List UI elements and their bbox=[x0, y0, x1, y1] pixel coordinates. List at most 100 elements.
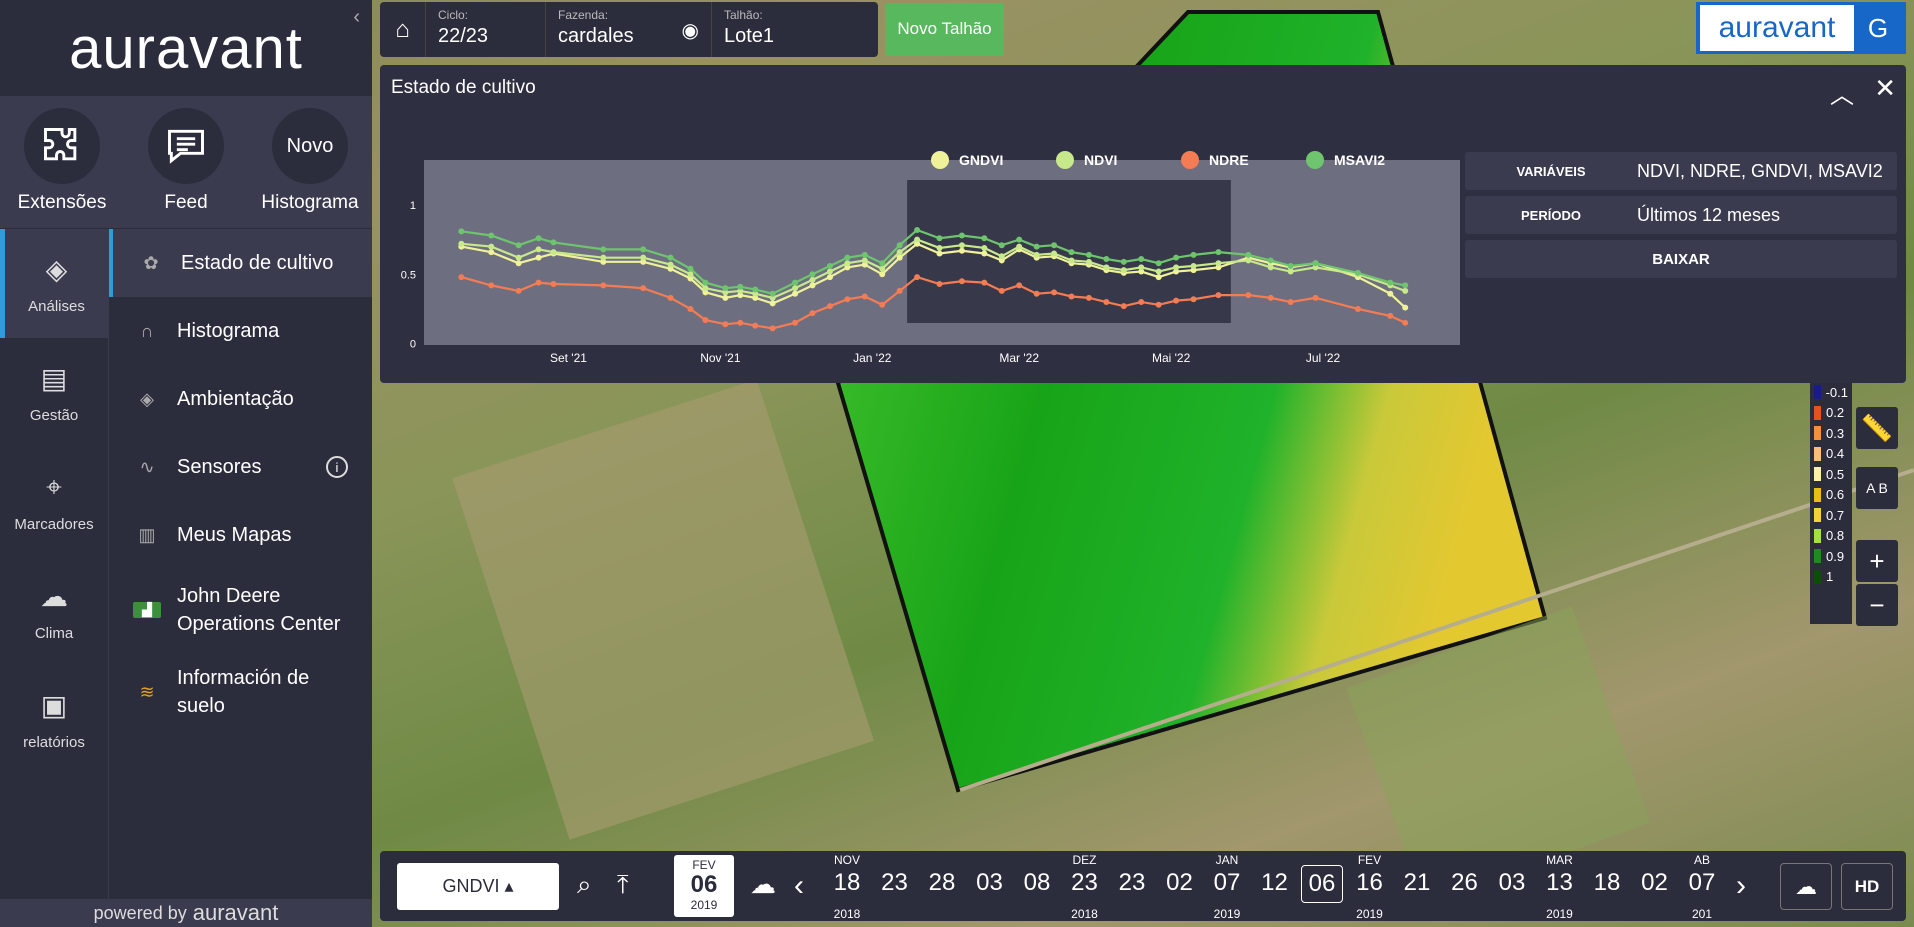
x-tick-label: Jul '22 bbox=[1306, 351, 1341, 365]
timeline-day[interactable]: 02 bbox=[1634, 869, 1676, 897]
data-point bbox=[1190, 251, 1197, 258]
zoom-out-button[interactable]: − bbox=[1856, 584, 1898, 626]
data-point bbox=[737, 319, 744, 326]
legend-label: 1 bbox=[1826, 569, 1834, 585]
rail-label: relatórios bbox=[23, 733, 85, 751]
data-point bbox=[1016, 236, 1023, 243]
data-point bbox=[515, 254, 522, 261]
y-tick-label: 1 bbox=[410, 200, 416, 212]
timeline-day[interactable]: 02 bbox=[1159, 869, 1201, 897]
rail-item-marcadores[interactable]: ⌖ Marcadores bbox=[0, 447, 108, 556]
data-point bbox=[769, 300, 776, 307]
ab-compare-button[interactable]: A B bbox=[1856, 467, 1898, 509]
timeline-day[interactable]: 23 bbox=[1111, 869, 1153, 897]
extensions-button[interactable]: Extensões bbox=[3, 108, 121, 214]
layer-select[interactable]: GNDVI ▴ bbox=[397, 863, 559, 910]
rail-label: Marcadores bbox=[14, 515, 94, 533]
timeline-day[interactable]: 06 bbox=[1301, 865, 1343, 903]
timeline-day[interactable]: 21 bbox=[1396, 869, 1438, 897]
close-icon[interactable]: ✕ bbox=[1874, 73, 1896, 104]
timeline-day[interactable]: 16 bbox=[1349, 869, 1391, 897]
data-point bbox=[702, 285, 709, 292]
download-button[interactable]: BAIXAR bbox=[1465, 240, 1897, 278]
legend-label-gndvi: GNDVI bbox=[959, 152, 1003, 168]
data-point bbox=[488, 243, 495, 250]
timeline-day[interactable]: 23 bbox=[1064, 869, 1106, 897]
user-avatar[interactable]: G bbox=[1854, 13, 1902, 44]
data-point bbox=[488, 249, 495, 256]
cloud-off-button[interactable]: ☁ bbox=[1780, 863, 1832, 910]
hd-button[interactable]: HD bbox=[1841, 863, 1893, 910]
data-point bbox=[1051, 250, 1058, 257]
upload-icon[interactable]: ⤒ bbox=[617, 869, 629, 901]
timeline-next-icon[interactable]: › bbox=[1736, 869, 1746, 903]
data-point bbox=[515, 260, 522, 267]
zoom-in-button[interactable]: + bbox=[1856, 540, 1898, 582]
timeline-day[interactable]: 12 bbox=[1254, 869, 1296, 897]
timeline-day[interactable]: 18 bbox=[826, 869, 868, 897]
new-histogram-button[interactable]: Novo Histograma bbox=[251, 108, 369, 214]
timeline-day[interactable]: 03 bbox=[969, 869, 1011, 897]
data-point bbox=[958, 242, 965, 249]
info-icon[interactable]: i bbox=[326, 456, 348, 478]
collapse-chevron-icon[interactable]: ‹ bbox=[353, 6, 360, 29]
data-point bbox=[1068, 249, 1075, 256]
rail-item-gestao[interactable]: ▤ Gestão bbox=[0, 338, 108, 447]
talhao-selector[interactable]: Talhão: Lote1 bbox=[712, 2, 872, 57]
ciclo-selector[interactable]: Ciclo: 22/23 bbox=[426, 2, 546, 57]
data-point bbox=[1267, 257, 1274, 264]
collapse-up-icon[interactable]: ︿ bbox=[1830, 75, 1854, 110]
period-value: Últimos 12 meses bbox=[1637, 204, 1781, 225]
timeline-day[interactable]: 03 bbox=[1491, 869, 1533, 897]
quick-actions: Extensões Feed Novo Histograma bbox=[0, 96, 372, 228]
novo-circle: Novo bbox=[272, 108, 348, 184]
legend-row: 0.7 bbox=[1814, 505, 1848, 526]
fazenda-selector[interactable]: Fazenda: cardales ◉ bbox=[546, 2, 712, 57]
submenu-item-histograma[interactable]: ∩ Histograma bbox=[109, 297, 372, 365]
legend-row: -0.1 bbox=[1814, 382, 1848, 403]
timeline-day[interactable]: 26 bbox=[1444, 869, 1486, 897]
date-day: 06 bbox=[690, 871, 718, 898]
home-icon[interactable]: ⌂ bbox=[380, 2, 426, 57]
data-point bbox=[1354, 305, 1361, 312]
rail-item-clima[interactable]: ☁ Clima bbox=[0, 556, 108, 665]
timeline-day[interactable]: 18 bbox=[1586, 869, 1628, 897]
cloud-check-icon[interactable]: ☁ bbox=[750, 869, 776, 900]
feed-button[interactable]: Feed bbox=[127, 108, 245, 214]
rail-item-relatorios[interactable]: ▣ relatórios bbox=[0, 665, 108, 774]
legend-label: 0.8 bbox=[1826, 528, 1845, 544]
submenu-item-ambientacao[interactable]: ◈ Ambientação bbox=[109, 365, 372, 433]
timeline-prev-icon[interactable]: ‹ bbox=[794, 869, 804, 903]
date-year: 2019 bbox=[690, 898, 718, 912]
submenu-item-sensores[interactable]: ∿ Sensores i bbox=[109, 433, 372, 501]
rail-item-analises[interactable]: ◈ Análises bbox=[0, 229, 108, 338]
data-point bbox=[667, 261, 674, 268]
data-point bbox=[1354, 269, 1361, 276]
submenu-item-john-deere[interactable]: ▟ John Deere Operations Center bbox=[109, 569, 372, 651]
timeline-day[interactable]: 07 bbox=[1681, 869, 1723, 897]
submenu-item-estado-de-cultivo[interactable]: ✿ Estado de cultivo bbox=[109, 229, 372, 297]
pin-icon: ⌖ bbox=[46, 470, 62, 502]
date-picker[interactable]: FEV 06 2019 bbox=[674, 855, 734, 917]
data-point bbox=[1085, 258, 1092, 265]
submenu-item-meus-mapas[interactable]: ▥ Meus Mapas bbox=[109, 501, 372, 569]
new-field-button[interactable]: Novo Talhão bbox=[885, 3, 1004, 56]
timeline-day[interactable]: 28 bbox=[921, 869, 963, 897]
data-point bbox=[1033, 251, 1040, 258]
period-row[interactable]: PERÍODO Últimos 12 meses bbox=[1465, 196, 1897, 234]
data-point bbox=[1190, 262, 1197, 269]
data-point bbox=[879, 260, 886, 267]
timeline-day[interactable]: 23 bbox=[874, 869, 916, 897]
timeline-day[interactable]: 07 bbox=[1206, 869, 1248, 897]
eye-icon[interactable]: ◉ bbox=[682, 18, 699, 43]
crop-status-chart[interactable]: 0 0.5 1 Set '21 Nov '21 Jan '22 Mar '22 Mai '22… bbox=[400, 145, 1460, 365]
data-point bbox=[640, 285, 647, 292]
timeline-day[interactable]: 08 bbox=[1016, 869, 1058, 897]
submenu-item-informacion-de-suelo[interactable]: ≋ Información de suelo bbox=[109, 651, 372, 733]
submenu-label: Meus Mapas bbox=[177, 523, 292, 546]
search-icon[interactable]: ⌕ bbox=[577, 869, 592, 901]
ruler-icon[interactable]: 📏 bbox=[1856, 407, 1898, 449]
rail-label: Clima bbox=[34, 624, 74, 642]
cloud-icon: ☁ bbox=[40, 580, 68, 612]
timeline-day[interactable]: 13 bbox=[1539, 869, 1581, 897]
